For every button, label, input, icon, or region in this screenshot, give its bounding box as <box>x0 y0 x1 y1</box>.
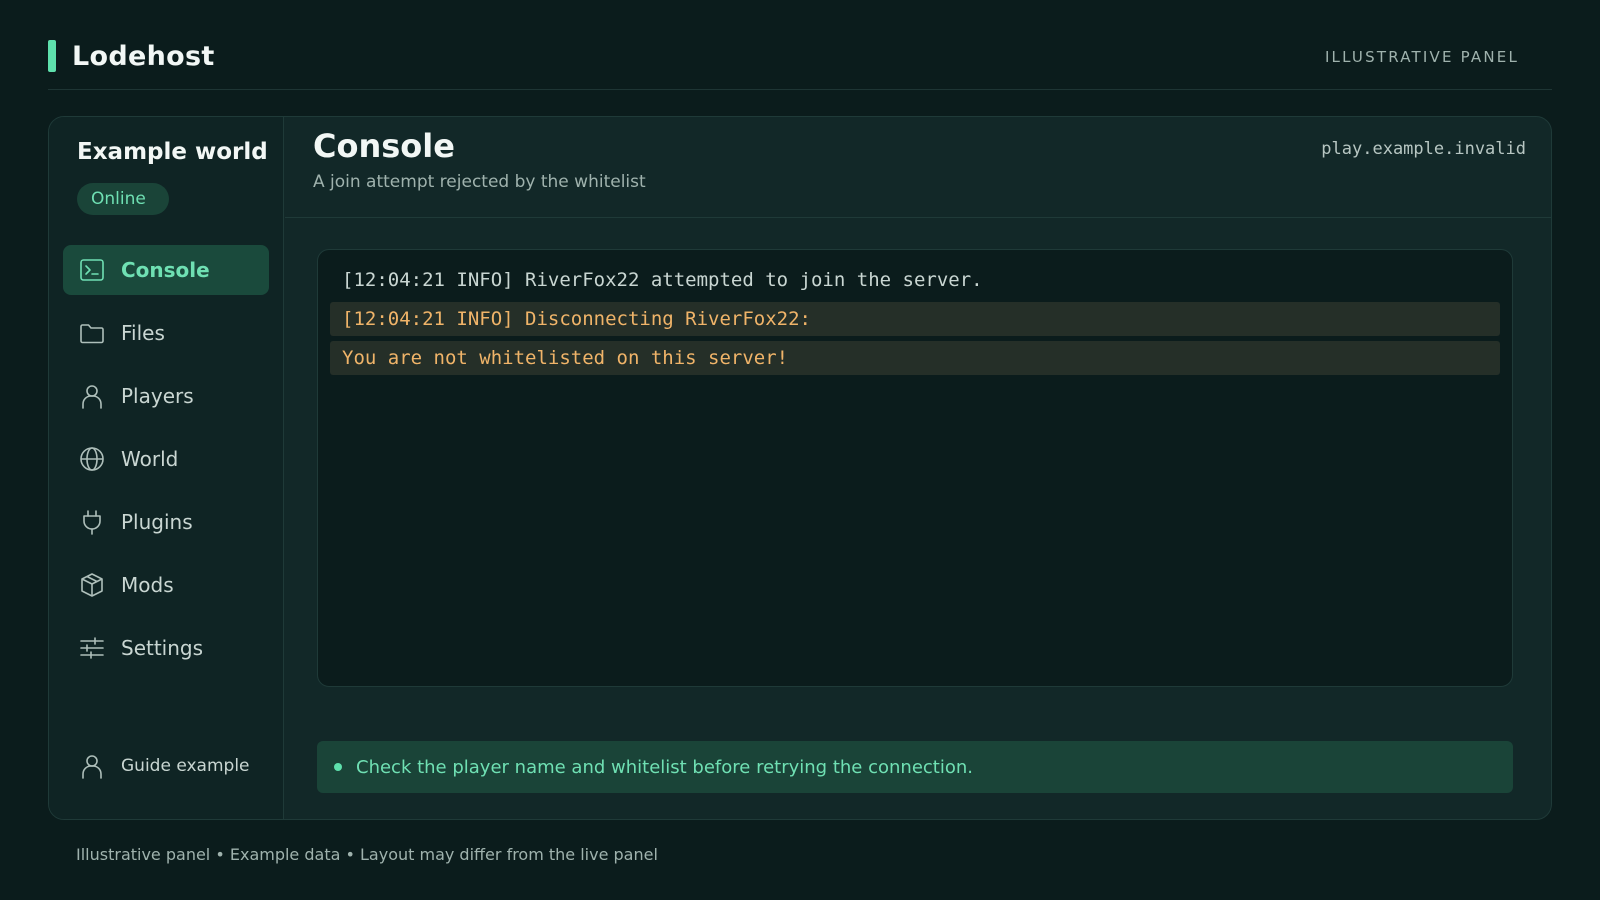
sidebar-item-console[interactable]: Console <box>63 245 269 295</box>
plug-icon <box>79 509 105 535</box>
folder-icon <box>79 320 105 346</box>
user-icon <box>79 753 105 779</box>
sidebar-item-label: Plugins <box>121 510 193 534</box>
console-output[interactable]: [12:04:21 INFO] RiverFox22 attempted to … <box>317 249 1513 687</box>
guide-label: Guide example <box>121 756 250 776</box>
sidebar-item-label: Settings <box>121 636 204 660</box>
footer-note: Illustrative panel • Example data • Layo… <box>76 845 658 864</box>
user-icon <box>79 383 105 409</box>
sidebar-nav: Console Files Players World Plugins Mods… <box>63 245 269 686</box>
sidebar-item-players[interactable]: Players <box>63 371 269 421</box>
hint-banner: Check the player name and whitelist befo… <box>317 741 1513 793</box>
sidebar-item-label: Files <box>121 321 165 345</box>
sidebar-item-label: Mods <box>121 573 174 597</box>
sidebar-item-mods[interactable]: Mods <box>63 560 269 610</box>
brand[interactable]: Lodehost <box>48 40 215 72</box>
console-line-warning: You are not whitelisted on this server! <box>330 341 1500 375</box>
package-icon <box>79 572 105 598</box>
console-line: [12:04:21 INFO] RiverFox22 attempted to … <box>342 269 983 291</box>
server-address[interactable]: play.example.invalid <box>1321 139 1526 159</box>
sidebar-item-settings[interactable]: Settings <box>63 623 269 673</box>
sliders-icon <box>79 635 105 661</box>
page-subtitle: A join attempt rejected by the whitelist <box>313 172 646 192</box>
world-name: Example world <box>77 139 268 165</box>
top-bar: Lodehost ILLUSTRATIVE PANEL <box>48 40 1552 90</box>
sidebar-item-files[interactable]: Files <box>63 308 269 358</box>
brand-logo-bar <box>48 40 56 72</box>
sidebar-item-label: Players <box>121 384 194 408</box>
sidebar: Example world Online Console Files Playe… <box>49 117 284 819</box>
hint-text: Check the player name and whitelist befo… <box>356 756 973 778</box>
sidebar-item-label: Console <box>121 258 210 282</box>
main-content: Console A join attempt rejected by the w… <box>285 117 1551 819</box>
server-panel: Example world Online Console Files Playe… <box>48 116 1552 820</box>
main-header: Console A join attempt rejected by the w… <box>285 117 1551 218</box>
status-badge: Online <box>77 183 169 215</box>
panel-tag: ILLUSTRATIVE PANEL <box>1324 48 1519 66</box>
sidebar-item-label: World <box>121 447 179 471</box>
sidebar-item-world[interactable]: World <box>63 434 269 484</box>
sidebar-item-plugins[interactable]: Plugins <box>63 497 269 547</box>
globe-icon <box>79 446 105 472</box>
guide-user[interactable]: Guide example <box>79 753 250 779</box>
console-line-warning: [12:04:21 INFO] Disconnecting RiverFox22… <box>330 302 1500 336</box>
bullet-dot-icon <box>334 763 342 771</box>
page-title: Console <box>313 127 455 165</box>
terminal-icon <box>79 257 105 283</box>
brand-name: Lodehost <box>72 40 215 72</box>
